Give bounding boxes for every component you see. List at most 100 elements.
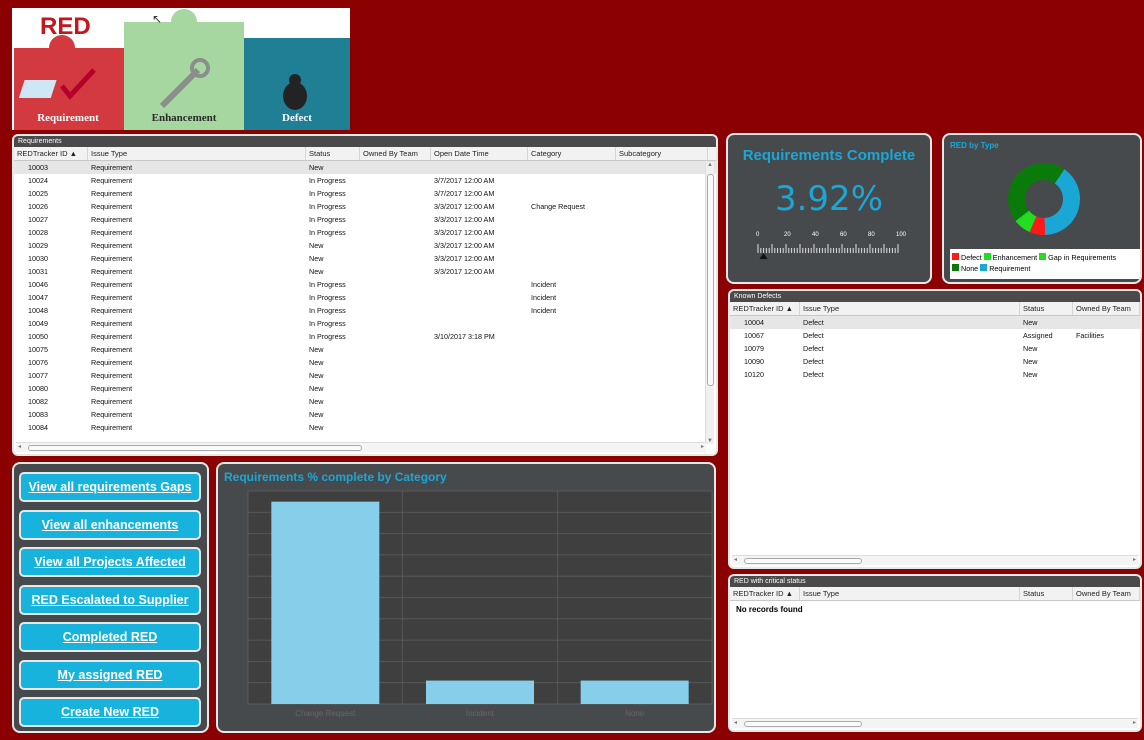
requirements-row[interactable]: 10084 Requirement New (14, 421, 716, 434)
requirements-row[interactable]: 10025 Requirement In Progress 3/7/2017 12:0… (14, 187, 716, 200)
requirements-row[interactable]: 10077 Requirement New (14, 369, 716, 382)
requirements-row[interactable]: 10031 Requirement New 3/3/2017 12:00 AM (14, 265, 716, 278)
requirements-cell: New (309, 410, 324, 419)
known-defects-col-header[interactable]: Owned By Team (1073, 302, 1140, 315)
requirements-row[interactable]: 10029 Requirement New 3/3/2017 12:00 AM (14, 239, 716, 252)
bar-change-request (271, 501, 380, 704)
requirements-cell (616, 161, 708, 174)
requirements-cell: In Progress (309, 332, 346, 341)
known-defects-row[interactable]: 10004 Defect New (730, 316, 1140, 329)
link-button-6[interactable]: My assigned RED (19, 659, 201, 690)
requirements-cell (431, 369, 528, 382)
requirements-cell (360, 252, 431, 265)
requirements-col-header[interactable]: Category (528, 147, 616, 160)
requirements-cell: Requirement (91, 410, 133, 419)
requirements-row[interactable]: 10048 Requirement In Progress Incident (14, 304, 716, 317)
requirements-vscroll[interactable]: ▲ ▼ (705, 162, 714, 444)
legend-label: Gap in Requirements (1048, 253, 1117, 262)
known-defects-cell: Facilities (1076, 331, 1104, 340)
known-defects-col-header[interactable]: REDTracker ID ▲ (730, 302, 800, 315)
known-defects-cell: New (1023, 357, 1038, 366)
requirements-row[interactable]: 10049 Requirement In Progress (14, 317, 716, 330)
requirements-row[interactable]: 10082 Requirement New (14, 395, 716, 408)
known-defects-col-header[interactable]: Status (1020, 302, 1073, 315)
legend-label: Enhancement (992, 253, 1038, 262)
x-tick-label: Change Request (295, 709, 356, 718)
requirements-row[interactable]: 10003 Requirement New (14, 161, 716, 174)
known-defects-cell: 10079 (744, 344, 764, 353)
requirements-row[interactable]: 10075 Requirement New (14, 343, 716, 356)
known-defects-row[interactable]: 10067 Defect Assigned Facilities (730, 329, 1140, 342)
requirements-cell: 10028 (28, 228, 48, 237)
known-defects-row[interactable]: 10090 Defect New (730, 355, 1140, 368)
critical-col-header[interactable]: Owned By Team (1073, 587, 1140, 600)
known-defects-col-header[interactable]: Issue Type (800, 302, 1020, 315)
critical-col-header[interactable]: Issue Type (800, 587, 1020, 600)
known-defects-hscroll[interactable]: ◂ ▸ (732, 555, 1138, 565)
logo-label-defect: Defect (282, 112, 312, 124)
link-button-4[interactable]: RED Escalated to Supplier (19, 584, 201, 615)
requirements-cell (528, 382, 616, 395)
requirements-cell (360, 200, 431, 213)
requirements-row[interactable]: 10047 Requirement In Progress Incident (14, 291, 716, 304)
requirements-cell: Requirement (91, 306, 133, 315)
requirements-cell (528, 421, 616, 434)
requirements-cell (360, 356, 431, 369)
gauge-scale-label: 80 (868, 232, 875, 238)
requirements-col-header[interactable]: Subcategory (616, 147, 708, 160)
requirements-panel: Requirements REDTracker ID ▲ Issue Type St… (12, 134, 718, 456)
legend-swatch (980, 264, 988, 271)
critical-col-header[interactable]: Status (1020, 587, 1073, 600)
known-defects-cell: 10120 (744, 370, 764, 379)
known-defects-row[interactable]: 10120 Defect New (730, 368, 1140, 381)
requirements-row[interactable]: 10026 Requirement In Progress 3/3/2017 12:0… (14, 200, 716, 213)
critical-col-header[interactable]: REDTracker ID ▲ (730, 587, 800, 600)
requirements-cell: Requirement (91, 241, 133, 250)
requirements-row[interactable]: 10027 Requirement In Progress 3/3/2017 12:0… (14, 213, 716, 226)
requirements-cell (616, 291, 708, 304)
legend-swatch (952, 264, 959, 271)
known-defects-cell: 10004 (744, 318, 764, 327)
known-defects-row[interactable]: 10079 Defect New (730, 342, 1140, 355)
requirements-col-header[interactable]: Owned By Team (360, 147, 431, 160)
requirements-complete-panel: Requirements Complete 3.92% 0 20 40 60 80 100 (726, 133, 932, 284)
requirements-cell: 3/3/2017 12:00 AM (434, 215, 495, 224)
requirements-cell (616, 421, 708, 434)
critical-hscroll[interactable]: ◂ ▸ (732, 718, 1138, 728)
requirements-row[interactable]: 10024 Requirement In Progress 3/7/2017 12:0… (14, 174, 716, 187)
requirements-row[interactable]: 10046 Requirement In Progress Incident (14, 278, 716, 291)
requirements-cell: 10049 (28, 319, 48, 328)
requirements-complete-value: 3.92% (774, 179, 883, 219)
known-defects-cell: Defect (803, 357, 824, 366)
requirements-row[interactable]: 10080 Requirement New (14, 382, 716, 395)
requirements-row[interactable]: 10050 Requirement In Progress 3/10/2017 3:1… (14, 330, 716, 343)
link-button-2[interactable]: View all enhancements (19, 509, 201, 540)
link-button-5[interactable]: Completed RED (19, 622, 201, 652)
requirements-cell (360, 265, 431, 278)
requirements-cell: In Progress (309, 189, 346, 198)
requirements-cell: 10025 (28, 189, 48, 198)
legend-label: None (961, 264, 979, 273)
requirements-col-header[interactable]: Status (306, 147, 360, 160)
requirements-col-header[interactable]: REDTracker ID ▲ (14, 147, 88, 160)
gauge-scale-label: 20 (784, 232, 791, 238)
requirements-col-header[interactable]: Open Date Time (431, 147, 528, 160)
requirements-row[interactable]: 10076 Requirement New (14, 356, 716, 369)
requirements-cell (528, 330, 616, 343)
known-defects-cell (1073, 368, 1140, 381)
requirements-cell (528, 213, 616, 226)
requirements-cell (360, 421, 431, 434)
requirements-hscroll[interactable]: ◂ ▸ (16, 442, 706, 452)
requirements-cell: Requirement (91, 384, 133, 393)
requirements-row[interactable]: 10083 Requirement New (14, 408, 716, 421)
link-button-3[interactable]: View all Projects Affected (19, 547, 201, 577)
bar-none (580, 680, 689, 704)
link-button-1[interactable]: View all requirements Gaps (19, 472, 201, 502)
requirements-row[interactable]: 10028 Requirement In Progress 3/3/2017 12:0… (14, 226, 716, 239)
requirements-row[interactable]: 10030 Requirement New 3/3/2017 12:00 AM (14, 252, 716, 265)
requirements-cell (616, 174, 708, 187)
link-button-7[interactable]: Create New RED (19, 697, 201, 727)
requirements-cell: Incident (531, 306, 557, 315)
requirements-cell: In Progress (309, 306, 346, 315)
requirements-col-header[interactable]: Issue Type (88, 147, 306, 160)
